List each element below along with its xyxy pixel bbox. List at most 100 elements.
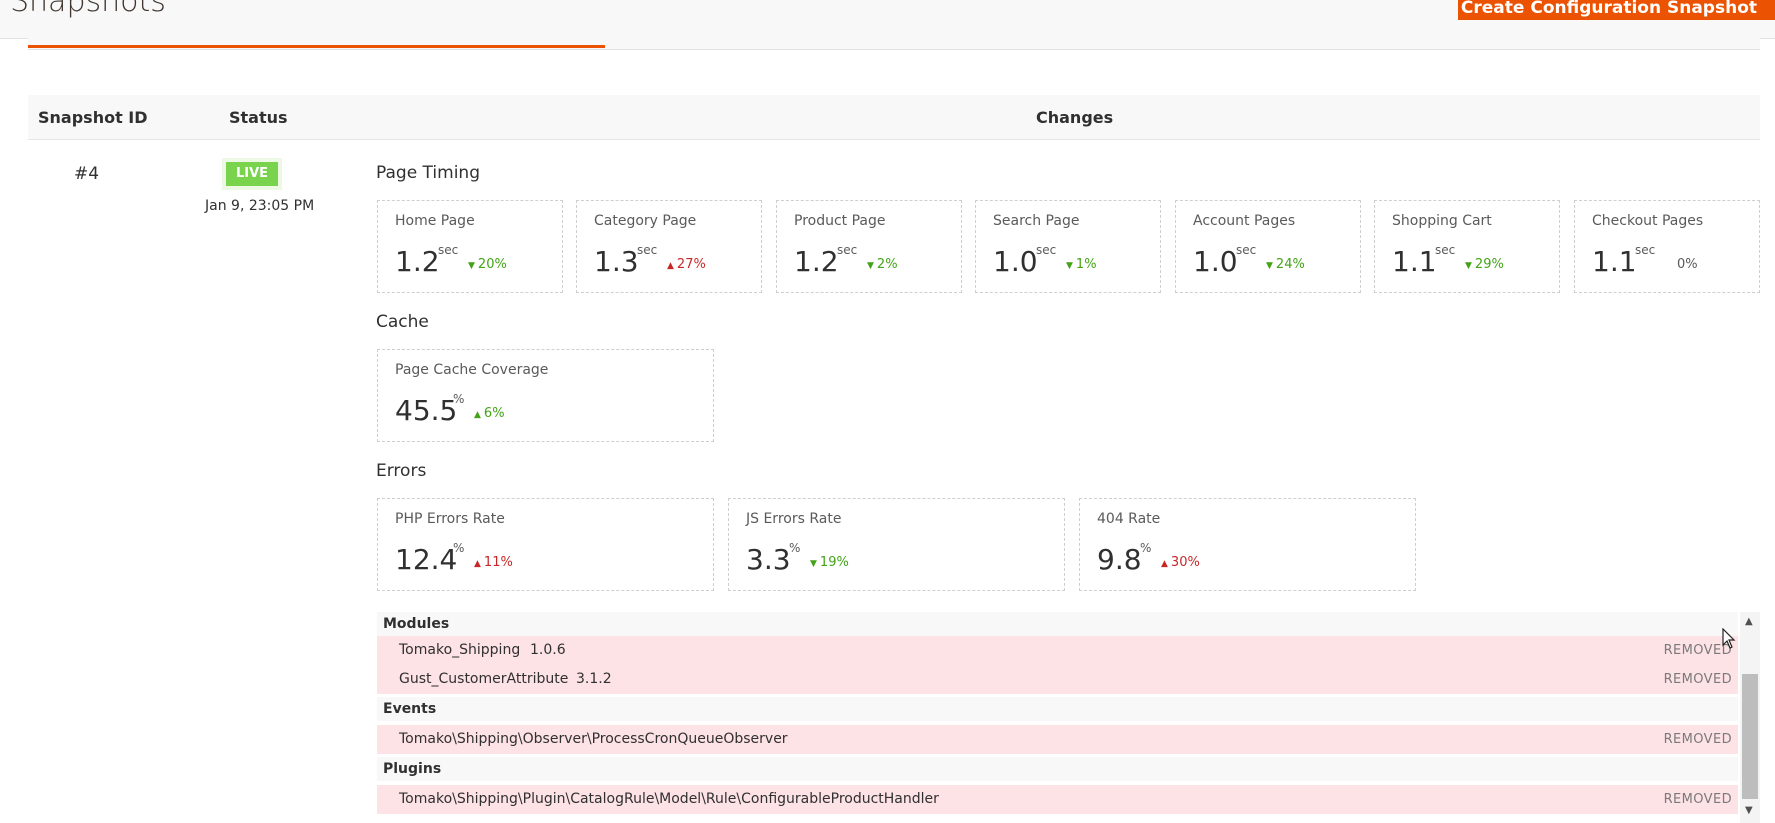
arrow-down-icon: ▼ — [810, 559, 817, 569]
metric-delta: ▼ 19% — [810, 555, 849, 570]
metric-card-checkout-pages: Checkout Pages 1.1 sec 0% — [1574, 200, 1760, 293]
metric-value: 1.2 — [794, 245, 839, 278]
metric-value: 1.1 — [1592, 245, 1637, 278]
metric-card-404-rate: 404 Rate 9.8 % ▲ 30% — [1079, 498, 1416, 591]
metric-value: 45.5 — [395, 394, 458, 427]
metric-label: PHP Errors Rate — [395, 511, 505, 527]
metric-unit: % — [1140, 541, 1152, 555]
scrollbar-thumb[interactable] — [1742, 674, 1758, 799]
metric-card-home-page: Home Page 1.2 sec ▼ 20% — [377, 200, 563, 293]
arrow-down-icon: ▼ — [1066, 261, 1073, 271]
module-name: Tomako_Shipping — [399, 642, 521, 658]
list-item: Gust_CustomerAttribute 3.1.2 REMOVED — [377, 665, 1738, 694]
metric-card-php-errors-rate: PHP Errors Rate 12.4 % ▲ 11% — [377, 498, 714, 591]
metric-delta: 0% — [1677, 257, 1698, 272]
metric-unit: % — [453, 392, 465, 406]
metric-value: 1.2 — [395, 245, 440, 278]
metric-delta: ▼ 29% — [1465, 257, 1504, 272]
metric-label: Product Page — [794, 213, 886, 229]
metric-label: 404 Rate — [1097, 511, 1161, 527]
arrow-up-icon: ▲ — [667, 261, 674, 271]
changes-list[interactable]: Modules Tomako_Shipping 1.0.6 REMOVED Gu… — [377, 612, 1738, 823]
metric-label: Shopping Cart — [1392, 213, 1492, 229]
page-title: Snapshots — [10, 0, 166, 19]
metric-label: JS Errors Rate — [746, 511, 842, 527]
metric-label: Category Page — [594, 213, 697, 229]
metric-delta: ▲ 27% — [667, 257, 706, 272]
event-name: Tomako\Shipping\Observer\ProcessCronQueu… — [399, 731, 788, 747]
metric-value: 3.3 — [746, 543, 791, 576]
arrow-down-icon: ▼ — [1465, 261, 1472, 271]
metric-delta: ▼ 1% — [1066, 257, 1097, 272]
scroll-up-icon[interactable]: ▲ — [1745, 616, 1753, 627]
metric-card-js-errors-rate: JS Errors Rate 3.3 % ▼ 19% — [728, 498, 1065, 591]
metric-label: Account Pages — [1193, 213, 1296, 229]
page-header: Snapshots Create Configuration Snapshot — [0, 0, 1775, 39]
tab-bar — [28, 38, 1760, 50]
list-item: Tomako_Shipping 1.0.6 REMOVED — [377, 636, 1738, 665]
plugin-name: Tomako\Shipping\Plugin\CatalogRule\Model… — [399, 791, 939, 807]
arrow-up-icon: ▲ — [474, 410, 481, 420]
metric-unit: sec — [1635, 243, 1656, 257]
metric-unit: sec — [637, 243, 658, 257]
metric-delta: ▼ 24% — [1266, 257, 1305, 272]
section-title-page-timing: Page Timing — [376, 163, 480, 183]
snapshot-date: Jan 9, 23:05 PM — [205, 198, 315, 214]
snapshots-table-header: Snapshot ID Status Changes — [28, 95, 1760, 140]
metric-value: 1.0 — [993, 245, 1038, 278]
metric-unit: sec — [1435, 243, 1456, 257]
arrow-down-icon: ▼ — [468, 261, 475, 271]
metric-label: Checkout Pages — [1592, 213, 1704, 229]
module-version: 1.0.6 — [530, 642, 566, 658]
change-state: REMOVED — [1663, 732, 1732, 747]
metric-value: 1.1 — [1392, 245, 1437, 278]
metric-value: 1.0 — [1193, 245, 1238, 278]
arrow-down-icon: ▼ — [1266, 261, 1273, 271]
arrow-up-icon: ▲ — [1161, 559, 1168, 569]
change-state: REMOVED — [1663, 672, 1732, 687]
column-header-status: Status — [229, 108, 288, 127]
create-configuration-snapshot-button[interactable]: Create Configuration Snapshot — [1458, 0, 1775, 20]
arrow-up-icon: ▲ — [474, 559, 481, 569]
changes-scrollbar[interactable]: ▲ ▼ — [1740, 612, 1760, 823]
metric-delta: ▼ 2% — [867, 257, 898, 272]
metric-unit: sec — [1036, 243, 1057, 257]
metric-label: Page Cache Coverage — [395, 362, 549, 378]
arrow-down-icon: ▼ — [867, 261, 874, 271]
metric-unit: sec — [438, 243, 459, 257]
metric-unit: % — [789, 541, 801, 555]
changes-group-modules: Modules — [377, 612, 1738, 636]
metric-card-page-cache-coverage: Page Cache Coverage 45.5 % ▲ 6% — [377, 349, 714, 442]
metric-card-account-pages: Account Pages 1.0 sec ▼ 24% — [1175, 200, 1361, 293]
metric-unit: % — [453, 541, 465, 555]
metric-value: 9.8 — [1097, 543, 1142, 576]
column-header-snapshot-id: Snapshot ID — [38, 108, 148, 127]
metric-card-shopping-cart: Shopping Cart 1.1 sec ▼ 29% — [1374, 200, 1560, 293]
section-title-errors: Errors — [376, 461, 427, 481]
module-name: Gust_CustomerAttribute — [399, 671, 569, 687]
snapshot-id: #4 — [74, 164, 100, 184]
list-item: Tomako\Shipping\Observer\ProcessCronQueu… — [377, 725, 1738, 754]
changes-group-plugins: Plugins — [377, 757, 1738, 781]
metric-delta: ▲ 11% — [474, 555, 513, 570]
list-item: Tomako\Shipping\Plugin\CatalogRule\Model… — [377, 785, 1738, 814]
metric-value: 1.3 — [594, 245, 639, 278]
changes-group-events: Events — [377, 697, 1738, 721]
metric-delta: ▼ 20% — [468, 257, 507, 272]
section-title-cache: Cache — [376, 312, 429, 332]
metric-label: Search Page — [993, 213, 1080, 229]
metric-delta: ▲ 6% — [474, 406, 505, 421]
status-badge: LIVE — [226, 162, 279, 186]
metric-card-category-page: Category Page 1.3 sec ▲ 27% — [576, 200, 762, 293]
metric-delta: ▲ 30% — [1161, 555, 1200, 570]
metric-unit: sec — [1236, 243, 1257, 257]
metric-value: 12.4 — [395, 543, 458, 576]
module-version: 3.1.2 — [576, 671, 612, 687]
metric-label: Home Page — [395, 213, 475, 229]
active-tab-indicator — [28, 45, 605, 48]
metric-unit: sec — [837, 243, 858, 257]
metric-card-product-page: Product Page 1.2 sec ▼ 2% — [776, 200, 962, 293]
scroll-down-icon[interactable]: ▼ — [1745, 805, 1753, 816]
metric-card-search-page: Search Page 1.0 sec ▼ 1% — [975, 200, 1161, 293]
mouse-cursor-icon — [1722, 628, 1736, 649]
